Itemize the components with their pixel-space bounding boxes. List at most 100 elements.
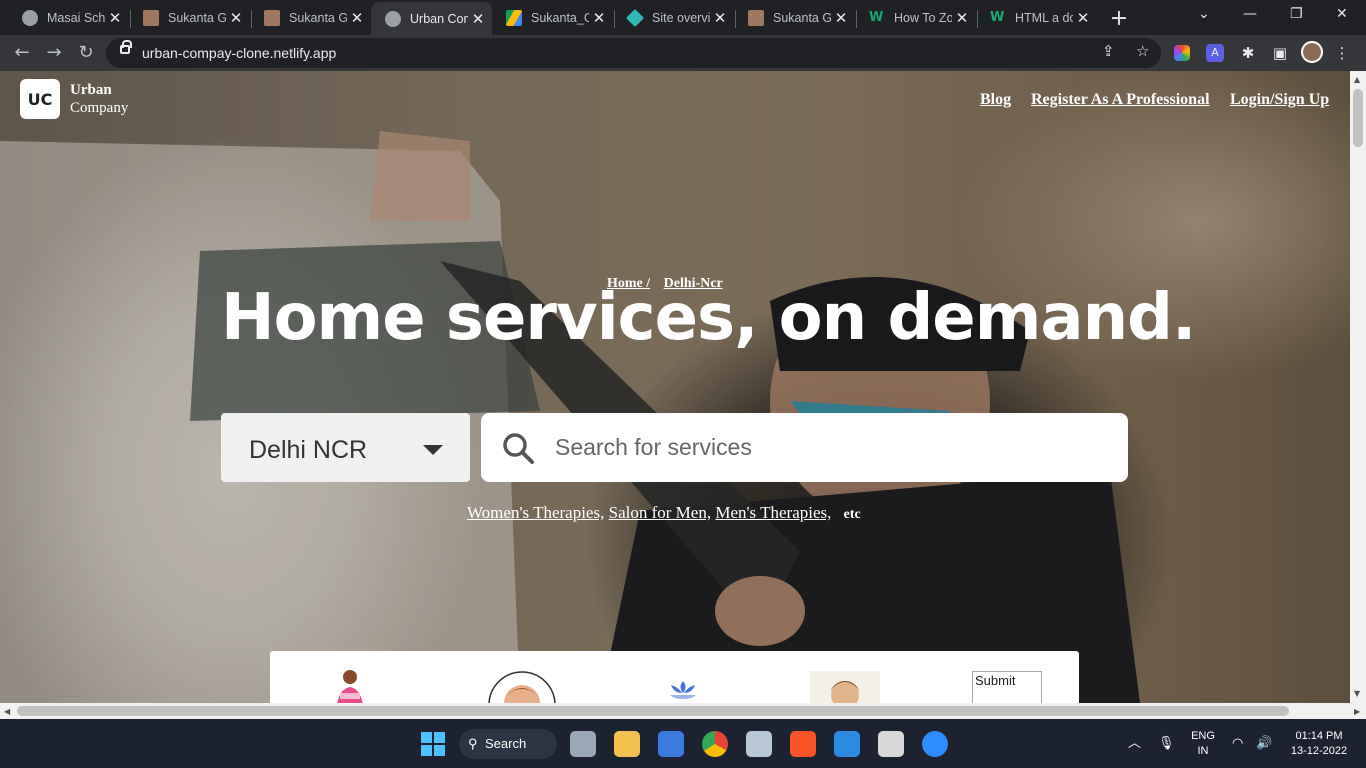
popular-services: Women's Therapies, Salon for Men, Men's … [467,503,861,523]
spa-lotus-icon[interactable] [668,679,698,703]
search-icon: ⚲ [468,736,478,751]
tab-sukanta-ghosh-3[interactable]: Sukanta Ghosh ✕ [734,4,855,32]
tab-label: Sukanta Ghosh [289,11,347,25]
city-select[interactable]: Delhi NCR [221,413,470,482]
profile-avatar[interactable] [1301,41,1323,63]
tab-label: Sukanta Ghosh [773,11,831,25]
address-bar[interactable]: urban-compay-clone.netlify.app ⇪ ☆ [106,38,1161,68]
tab-sukanta-ghosh-2[interactable]: Sukanta Ghosh ✕ [250,4,371,32]
taskbar-search-button[interactable]: ⚲ Search [459,729,557,759]
close-icon[interactable]: ✕ [589,9,609,27]
microsoft-store-icon[interactable] [658,731,684,757]
popular-link-salon-for-men[interactable]: Salon for Men, [609,503,711,522]
nav-login-signup-link[interactable]: Login/Sign Up [1230,91,1329,109]
google-drive-icon [506,10,522,26]
clock[interactable]: 01:14 PM 13-12-2022 [1284,729,1354,759]
forward-button[interactable]: → [42,41,66,65]
extension-a-icon[interactable]: A [1206,44,1224,62]
back-button[interactable]: ← [10,41,34,65]
profile-photo-icon [748,10,764,26]
chrome-icon[interactable] [702,731,728,757]
close-icon[interactable]: ✕ [1073,9,1093,27]
tab-html-download[interactable]: W HTML a download ✕ [976,4,1097,32]
close-icon[interactable]: ✕ [347,9,367,27]
globe-icon [385,10,401,27]
popular-link-womens-therapies[interactable]: Women's Therapies, [467,503,604,522]
men-salon-icon[interactable] [488,671,556,703]
w-icon: W [990,10,1005,25]
scroll-down-arrow-icon[interactable]: ▼ [1354,689,1360,698]
women-salon-icon[interactable] [330,669,370,703]
men-grooming-icon[interactable] [810,671,880,703]
close-icon[interactable]: ✕ [226,9,246,27]
chevron-up-icon[interactable]: ︿ [1128,735,1141,750]
snipping-tool-icon[interactable] [878,731,904,757]
scroll-right-arrow-icon[interactable]: ▶ [1354,707,1360,716]
tab-search-chevron-icon[interactable]: ⌄ [1198,6,1210,22]
nav-blog-link[interactable]: Blog [980,91,1011,109]
popular-link-mens-therapies[interactable]: Men's Therapies, [715,503,831,522]
language-bottom: IN [1197,745,1209,757]
close-icon[interactable]: ✕ [468,10,488,28]
windows-start-icon[interactable] [420,731,446,757]
tab-sukanta-ghosh-1[interactable]: Sukanta Ghosh ✕ [129,4,250,32]
file-explorer-icon[interactable] [614,731,640,757]
menu-kebab-icon[interactable]: ⋮ [1332,43,1352,63]
zoom-icon[interactable] [922,731,948,757]
share-icon[interactable]: ⇪ [1102,42,1115,60]
close-icon[interactable]: ✕ [105,9,125,27]
photos-icon[interactable] [746,731,772,757]
horizontal-scroll-thumb[interactable] [17,706,1289,716]
logo-mark[interactable]: UC [20,79,60,119]
color-extension-icon[interactable] [1174,45,1190,61]
clock-date: 13-12-2022 [1290,745,1348,757]
minimize-button[interactable]: — [1243,6,1257,22]
hero-background-image [0,71,1350,703]
puzzle-extensions-icon[interactable]: ✱ [1238,43,1258,63]
tab-google-drive[interactable]: Sukanta_Ghosh ✕ [492,4,613,32]
caret-down-icon [423,445,443,455]
nav-register-professional-link[interactable]: Register As A Professional [1031,91,1210,109]
close-icon[interactable]: ✕ [831,9,851,27]
wifi-icon[interactable]: ◠ [1232,735,1243,750]
reload-button[interactable]: ↻ [74,41,98,65]
close-icon[interactable]: ✕ [710,9,730,27]
new-tab-button[interactable]: + [1108,6,1130,31]
tab-label: Site overview [652,11,710,25]
tab-urban-company[interactable]: Urban Company ✕ [371,2,492,35]
horizontal-scrollbar[interactable]: ◀ ▶ [0,703,1366,719]
hero-photo-shapes [0,131,1140,703]
scroll-left-arrow-icon[interactable]: ◀ [4,707,10,716]
tab-site-overview[interactable]: Site overview ✕ [613,4,734,32]
bookmark-star-icon[interactable]: ☆ [1136,42,1149,60]
page-viewport: UC Urban Company Blog Register As A Prof… [0,71,1350,703]
close-window-button[interactable]: ✕ [1336,6,1348,22]
service-search-box[interactable] [481,413,1128,482]
broken-image-submit[interactable]: Submit [972,671,1042,703]
close-icon[interactable]: ✕ [952,9,972,27]
microphone-icon[interactable]: 🎙 [1158,735,1175,750]
restore-button[interactable]: ❐ [1290,6,1303,22]
logo-text-company[interactable]: Company [70,100,128,117]
scroll-up-arrow-icon[interactable]: ▲ [1354,75,1360,84]
tab-label: How To Zoom [894,11,952,25]
city-select-value: Delhi NCR [249,436,368,464]
language-indicator[interactable]: ENG IN [1188,729,1218,759]
vertical-scrollbar[interactable]: ▲ ▼ [1350,71,1366,703]
side-panel-icon[interactable]: ▣ [1270,43,1290,63]
url-text: urban-compay-clone.netlify.app [142,45,337,61]
tab-how-to-zoom[interactable]: W How To Zoom ✕ [855,4,976,32]
vertical-scroll-thumb[interactable] [1353,89,1363,147]
taskbar-search-label: Search [485,736,527,751]
brave-icon[interactable] [790,731,816,757]
logo-text-urban[interactable]: Urban [70,82,112,99]
vscode-icon[interactable] [834,731,860,757]
task-view-icon[interactable] [570,731,596,757]
tab-label: Masai School [47,11,105,25]
tab-masai-school[interactable]: Masai School ✕ [8,4,129,32]
hero-headline: Home services, on demand. [221,281,1196,355]
volume-icon[interactable]: 🔊 [1256,735,1272,750]
popular-etc: etc [843,507,861,522]
windows-taskbar: ⚲ Search ︿ 🎙 ENG IN ◠ 🔊 01:14 PM 13-12-2… [0,719,1366,768]
search-input[interactable] [555,429,1095,465]
